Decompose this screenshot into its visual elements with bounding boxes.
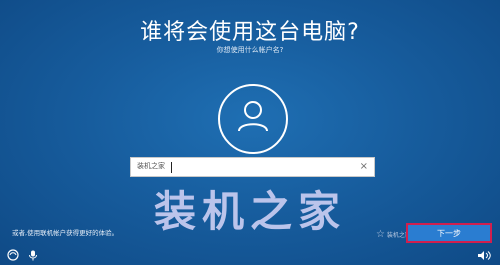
page-title: 谁将会使用这台电脑? — [140, 20, 360, 45]
page-subtitle: 你想使用什么帐户名? — [216, 46, 284, 54]
volume-icon[interactable] — [477, 250, 491, 261]
ease-of-access-icon[interactable] — [6, 249, 20, 261]
text-caret — [171, 162, 172, 173]
star-icon: ☆ — [376, 229, 385, 240]
microphone-icon[interactable] — [28, 250, 38, 261]
avatar — [218, 84, 288, 154]
account-name-value: 装机之家 — [137, 162, 165, 170]
clear-icon[interactable]: × — [360, 160, 368, 174]
online-account-link[interactable]: 或者,使用联机帐户获得更好的体验。 — [12, 227, 118, 237]
user-silhouette-icon — [238, 101, 268, 132]
account-name-input[interactable]: 装机之家 × — [130, 157, 375, 177]
next-button[interactable]: 下一步 — [406, 223, 492, 243]
next-button-label: 下一步 — [437, 229, 461, 238]
